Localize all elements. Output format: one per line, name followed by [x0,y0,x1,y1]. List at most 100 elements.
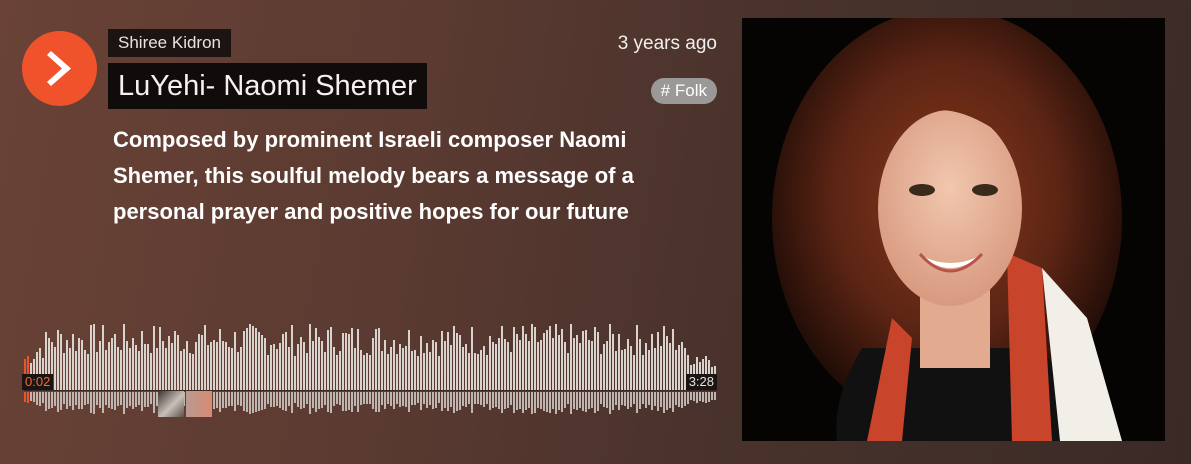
waveform-bar-reflection [387,392,389,404]
waveform-bar [600,354,602,390]
waveform[interactable] [24,306,717,418]
waveform-bar [267,355,269,390]
waveform-bar [492,342,494,390]
waveform-bar [504,339,506,390]
waveform-bar [192,354,194,390]
waveform-bar-reflection [63,392,65,404]
waveform-bar-reflection [468,392,470,404]
waveform-bar-reflection [255,392,257,412]
waveform-bar [447,332,449,390]
waveform-bar-reflection [81,392,83,409]
waveform-bar [66,340,68,390]
waveform-bar-reflection [651,392,653,410]
waveform-bar-reflection [234,392,236,411]
waveform-bar [573,338,575,390]
waveform-bar [474,353,476,390]
waveform-bar-reflection [153,392,155,413]
waveform-bar-reflection [300,392,302,409]
waveform-bar [531,324,533,390]
waveform-bar [501,326,503,390]
waveform-bar-reflection [324,392,326,405]
waveform-bar-reflection [657,392,659,411]
waveform-bar [330,327,332,390]
waveform-bar [471,327,473,390]
waveform-bar [528,341,530,390]
waveform-bar-reflection [258,392,260,411]
waveform-bar [651,334,653,390]
waveform-bar [480,350,482,390]
waveform-bar [120,350,122,390]
waveform-bar-reflection [30,392,32,401]
waveform-bar-reflection [273,392,275,407]
waveform-bar [357,329,359,390]
waveform-bar [411,351,413,390]
waveform-bar-reflection [600,392,602,404]
waveform-bar-reflection [522,392,524,413]
waveform-bar-reflection [459,392,461,410]
waveform-bar-reflection [666,392,668,410]
waveform-bar [534,327,536,390]
waveform-bar [417,356,419,390]
waveform-bar-reflection [567,392,569,404]
uploader-name[interactable]: Shiree Kidron [108,29,232,57]
waveform-bar-reflection [249,392,251,414]
waveform-bar-reflection [321,392,323,408]
waveform-bar [207,345,209,390]
waveform-bar-reflection [129,392,131,406]
waveform-bar-reflection [93,392,95,414]
waveform-bar [171,343,173,390]
waveform-bar [195,342,197,390]
comment-avatar[interactable] [186,391,212,417]
waveform-bar-reflection [282,392,284,410]
waveform-bar-reflection [288,392,290,406]
posted-time: 3 years ago [617,33,717,54]
waveform-bar-reflection [450,392,452,407]
waveform-bar-reflection [351,392,353,412]
waveform-bar [549,326,551,390]
waveform-bar [408,330,410,390]
waveform-bar-reflection [399,392,401,407]
waveform-bar [69,348,71,390]
waveform-bar [273,344,275,390]
waveform-bar [213,340,215,390]
waveform-bar-reflection [414,392,416,405]
waveform-bar [654,348,656,390]
waveform-bar [153,326,155,390]
waveform-bar [525,334,527,390]
waveform-bar [132,338,134,390]
waveform-bar-reflection [669,392,671,408]
waveform-bar-reflection [441,392,443,411]
track-title[interactable]: LuYehi- Naomi Shemer [108,63,427,109]
waveform-bar-reflection [621,392,623,405]
waveform-bar [99,341,101,390]
waveform-bar-reflection [225,392,227,408]
waveform-bar-reflection [693,392,695,401]
waveform-bar-reflection [396,392,398,404]
waveform-bar [540,340,542,390]
waveform-bar [282,334,284,390]
waveform-bar [78,338,80,390]
waveform-bar-reflection [519,392,521,409]
waveform-bar [375,329,377,390]
waveform-bar-reflection [654,392,656,406]
genre-tag[interactable]: # Folk [650,78,717,104]
waveform-bar [522,326,524,390]
waveform-bar-reflection [339,392,341,405]
waveform-bar-reflection [150,392,152,404]
waveform-bar [96,352,98,390]
waveform-bar [591,341,593,390]
waveform-bar-reflection [591,392,593,408]
play-button[interactable] [22,31,97,106]
waveform-bar [189,353,191,390]
waveform-bar [210,342,212,390]
waveform-bar-reflection [408,392,410,412]
waveform-bar-reflection [384,392,386,409]
waveform-bar [459,335,461,390]
waveform-bar [519,340,521,390]
comment-avatar[interactable] [158,391,184,417]
waveform-bar-reflection [126,392,128,408]
waveform-bar-reflection [537,392,539,408]
waveform-bar-reflection [480,392,482,405]
waveform-bar-reflection [24,392,26,402]
waveform-bar-reflection [138,392,140,405]
